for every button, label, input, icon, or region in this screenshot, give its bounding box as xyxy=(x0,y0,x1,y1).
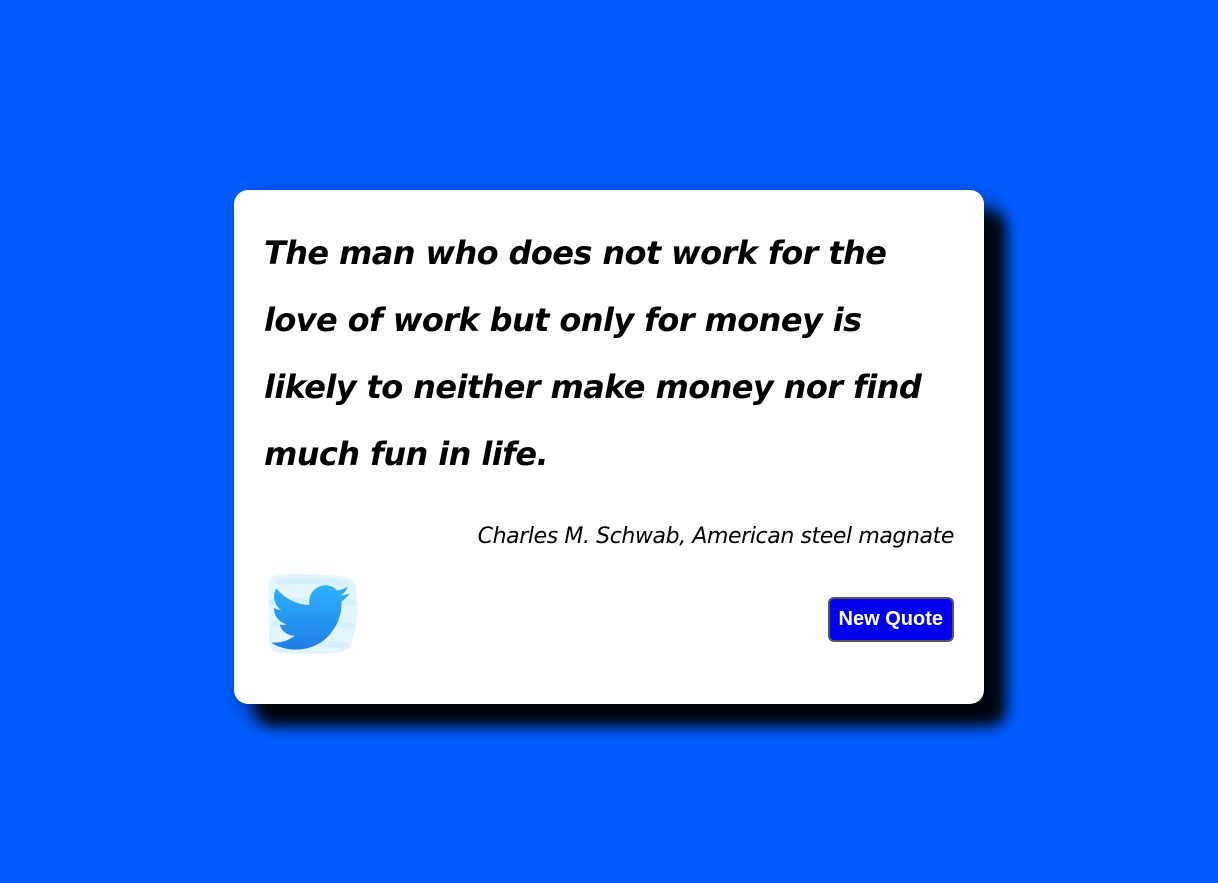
quote-author: Charles M. Schwab, American steel magnat… xyxy=(477,524,955,549)
twitter-bird-icon xyxy=(264,572,360,656)
tweet-quote-button[interactable] xyxy=(264,572,360,656)
quote-text: The man who does not work for the love o… xyxy=(264,234,922,473)
quote-card: The man who does not work for the love o… xyxy=(234,190,984,704)
new-quote-button[interactable]: New Quote xyxy=(827,597,954,642)
